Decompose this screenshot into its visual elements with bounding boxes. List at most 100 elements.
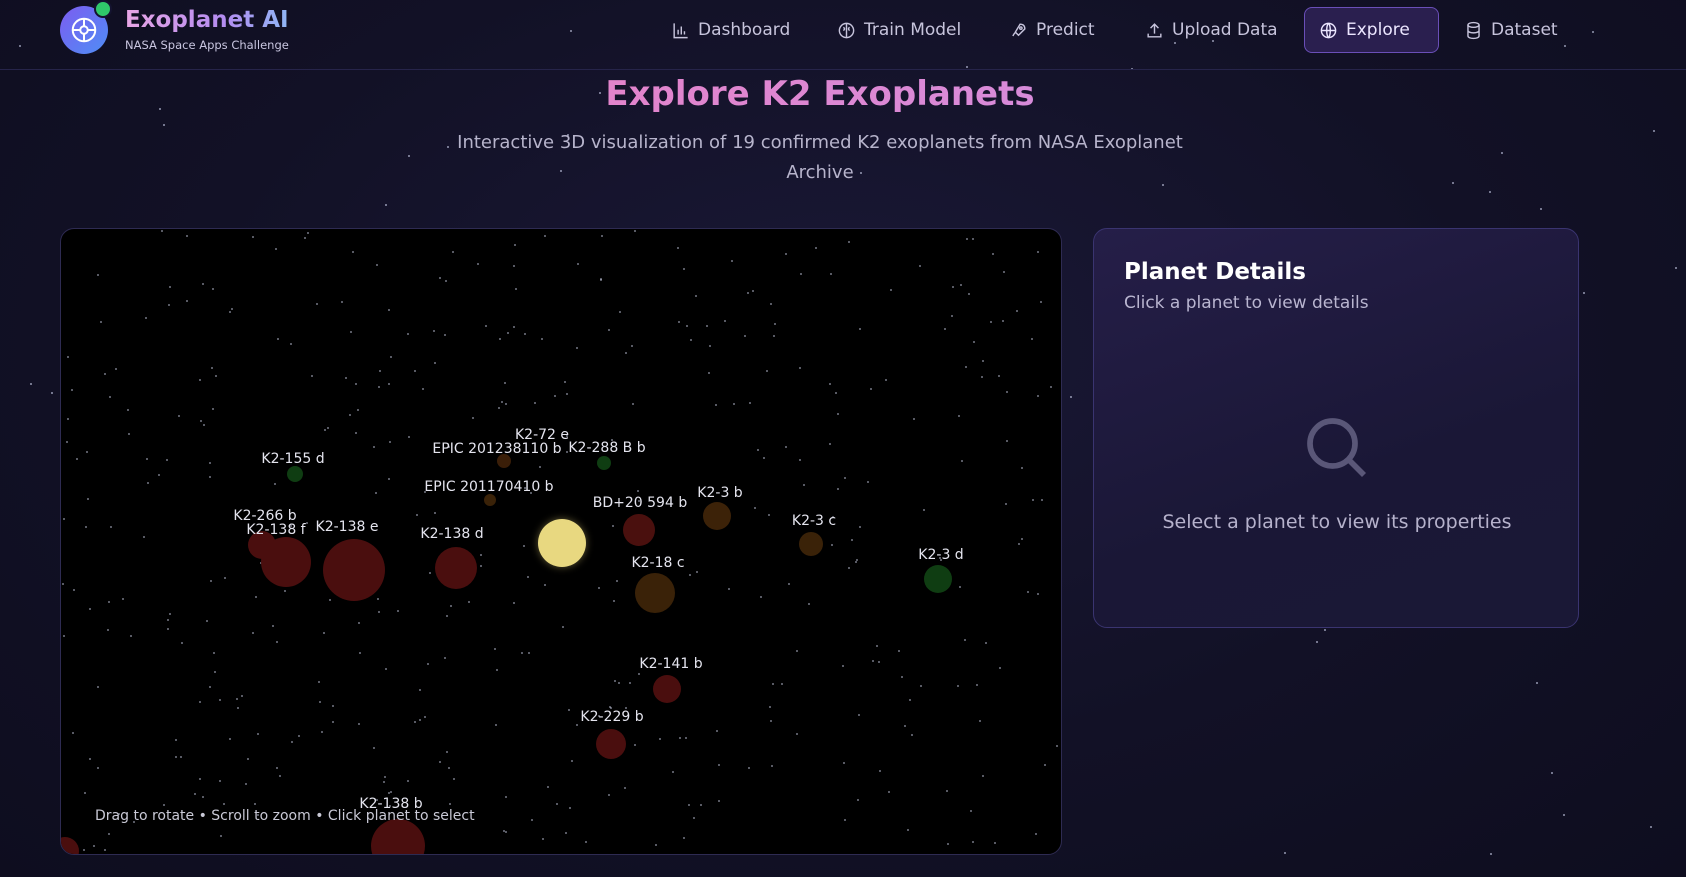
viz-star (450, 605, 453, 608)
brain-icon (838, 22, 855, 38)
viz-star (213, 671, 216, 674)
planet-k2-18-c[interactable] (635, 573, 675, 613)
background-star (1562, 814, 1565, 817)
viz-star (223, 803, 226, 806)
viz-star (505, 830, 508, 833)
viz-star (319, 701, 322, 704)
planet-k2-138-f[interactable] (261, 537, 311, 587)
viz-star (847, 566, 850, 569)
nav-explore[interactable]: Explore (1304, 7, 1439, 53)
planet-visualization-canvas[interactable]: K2-72 e EPIC 201238110 b K2-288 B b K2-1… (60, 228, 1062, 855)
viz-star (218, 698, 221, 701)
viz-star (349, 330, 352, 333)
nav-train-model[interactable]: Train Model (823, 7, 975, 53)
viz-star (963, 639, 966, 642)
viz-star (372, 746, 375, 749)
viz-star (480, 565, 483, 568)
viz-star (959, 283, 962, 286)
details-title: Planet Details (1124, 259, 1306, 285)
planet-epic-201170410-b[interactable] (484, 494, 496, 506)
nav-dataset[interactable]: Dataset (1450, 7, 1572, 53)
viz-star (275, 640, 278, 643)
logo-icon (71, 17, 97, 43)
planet-k2-3-d[interactable] (924, 565, 952, 593)
viz-star (1001, 320, 1004, 323)
viz-star (770, 720, 773, 723)
viz-star (534, 402, 537, 405)
viz-star (387, 308, 390, 311)
viz-star (632, 402, 634, 405)
viz-star (689, 574, 692, 577)
viz-star (989, 321, 992, 324)
viz-star (1003, 271, 1006, 274)
viz-star (108, 395, 111, 398)
viz-star (185, 299, 188, 302)
viz-star (500, 401, 503, 404)
viz-star (82, 848, 85, 851)
viz-star (878, 660, 881, 663)
viz-star (968, 292, 971, 295)
planet-k2-3-c[interactable] (799, 532, 823, 556)
planet-k2-229-b[interactable] (596, 729, 626, 759)
planet-k2-138-d[interactable] (435, 547, 477, 589)
viz-star (615, 580, 618, 583)
viz-star (86, 450, 89, 453)
viz-star (373, 446, 376, 449)
viz-star (253, 803, 256, 806)
viz-star (279, 774, 282, 777)
planet-offscreen[interactable] (61, 837, 79, 854)
viz-star (857, 713, 860, 716)
viz-star (504, 796, 507, 799)
viz-star (715, 730, 718, 732)
viz-star (202, 283, 205, 286)
planet-k2-3-b[interactable] (703, 502, 731, 530)
viz-star (918, 265, 921, 268)
viz-star (476, 262, 479, 265)
planet-k2-138-b[interactable] (371, 819, 425, 854)
planet-k2-288-b-b[interactable] (597, 456, 611, 470)
nav-predict[interactable]: Predict (995, 7, 1109, 53)
viz-star (291, 740, 294, 743)
host-star[interactable] (538, 519, 586, 567)
viz-star (951, 315, 954, 318)
viz-star (541, 837, 544, 840)
viz-star (754, 507, 757, 510)
viz-star (62, 635, 65, 638)
brand-title: Exoplanet AI (125, 7, 289, 33)
planet-label: K2-138 d (420, 526, 484, 542)
viz-star (448, 766, 451, 769)
logo[interactable] (60, 0, 112, 54)
viz-star (971, 841, 974, 844)
planet-label: K2-155 d (261, 451, 325, 467)
viz-star (219, 779, 222, 782)
viz-star (771, 765, 774, 768)
planet-k2-141-b[interactable] (653, 675, 681, 703)
viz-star (759, 596, 762, 599)
viz-star (66, 440, 69, 443)
nav-upload-data[interactable]: Upload Data (1131, 7, 1292, 53)
planet-k2-155-d[interactable] (287, 466, 303, 482)
viz-star (527, 576, 529, 579)
viz-star (747, 766, 750, 769)
viz-star (684, 737, 687, 740)
planet-bd20-594-b[interactable] (623, 514, 655, 546)
viz-star (829, 272, 832, 275)
viz-star (453, 778, 456, 781)
viz-star (687, 803, 690, 806)
viz-star (383, 781, 386, 784)
viz-star (72, 588, 75, 591)
nav-label: Explore (1346, 20, 1410, 40)
viz-star (971, 237, 974, 240)
viz-star (276, 767, 279, 770)
viz-star (875, 645, 878, 648)
viz-star (889, 288, 892, 291)
viz-star (631, 345, 634, 348)
viz-star (870, 387, 873, 390)
nav-dashboard[interactable]: Dashboard (657, 7, 804, 53)
viz-star (114, 368, 117, 371)
viz-star (390, 790, 393, 793)
viz-star (952, 285, 955, 288)
viz-star (828, 383, 831, 386)
planet-k2-138-e[interactable] (323, 539, 385, 601)
viz-star (427, 663, 430, 666)
